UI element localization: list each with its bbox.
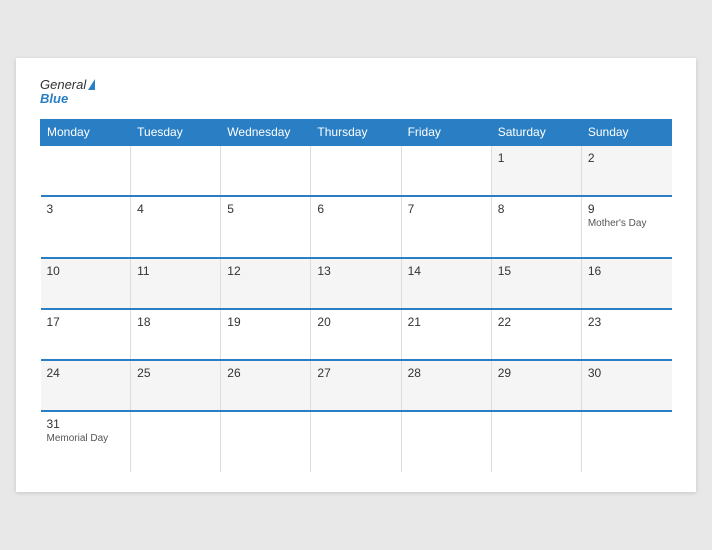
day-number: 22 bbox=[498, 315, 575, 329]
calendar-cell: 3 bbox=[41, 196, 131, 258]
calendar-cell: 13 bbox=[311, 258, 401, 309]
calendar-cell bbox=[581, 411, 671, 472]
calendar-week-row: 3456789 Mother's Day bbox=[41, 196, 672, 258]
day-number: 27 bbox=[317, 366, 394, 380]
day-number: 12 bbox=[227, 264, 304, 278]
calendar-cell: 4 bbox=[131, 196, 221, 258]
calendar-cell: 22 bbox=[491, 309, 581, 360]
logo: General Blue bbox=[40, 78, 95, 104]
day-number: 16 bbox=[588, 264, 666, 278]
day-number: 31 bbox=[47, 417, 125, 431]
day-header-monday: Monday bbox=[41, 119, 131, 145]
day-header-thursday: Thursday bbox=[311, 119, 401, 145]
day-number: 21 bbox=[408, 315, 485, 329]
calendar-cell bbox=[221, 145, 311, 196]
days-header-row: MondayTuesdayWednesdayThursdayFridaySatu… bbox=[41, 119, 672, 145]
calendar-cell: 11 bbox=[131, 258, 221, 309]
day-header-friday: Friday bbox=[401, 119, 491, 145]
day-number: 3 bbox=[47, 202, 125, 216]
day-header-sunday: Sunday bbox=[581, 119, 671, 145]
day-header-tuesday: Tuesday bbox=[131, 119, 221, 145]
day-number: 18 bbox=[137, 315, 214, 329]
calendar-cell: 27 bbox=[311, 360, 401, 411]
calendar-table: MondayTuesdayWednesdayThursdayFridaySatu… bbox=[40, 119, 672, 472]
logo-general-text: General bbox=[40, 78, 95, 91]
calendar: General Blue MondayTuesdayWednesdayThurs… bbox=[16, 58, 696, 491]
calendar-cell: 1 bbox=[491, 145, 581, 196]
calendar-cell: 9 Mother's Day bbox=[581, 196, 671, 258]
day-header-wednesday: Wednesday bbox=[221, 119, 311, 145]
calendar-week-row: 17 18 19 20 21 22 23 bbox=[41, 309, 672, 360]
day-number: 26 bbox=[227, 366, 304, 380]
day-number: 2 bbox=[588, 151, 666, 165]
calendar-cell bbox=[221, 411, 311, 472]
day-number: 23 bbox=[588, 315, 666, 329]
holiday-label: Memorial Day bbox=[47, 433, 125, 444]
calendar-cell: 29 bbox=[491, 360, 581, 411]
day-number: 17 bbox=[47, 315, 125, 329]
day-number: 28 bbox=[408, 366, 485, 380]
day-number: 24 bbox=[47, 366, 125, 380]
calendar-cell: 23 bbox=[581, 309, 671, 360]
calendar-cell bbox=[401, 411, 491, 472]
calendar-cell bbox=[41, 145, 131, 196]
calendar-cell bbox=[131, 145, 221, 196]
calendar-week-row: 31 Memorial Day bbox=[41, 411, 672, 472]
day-number: 1 bbox=[498, 151, 575, 165]
calendar-cell bbox=[401, 145, 491, 196]
day-number: 10 bbox=[47, 264, 125, 278]
calendar-cell: 2 bbox=[581, 145, 671, 196]
calendar-cell bbox=[131, 411, 221, 472]
day-number: 20 bbox=[317, 315, 394, 329]
calendar-cell: 24 bbox=[41, 360, 131, 411]
calendar-cell: 10 bbox=[41, 258, 131, 309]
day-number: 7 bbox=[408, 202, 485, 216]
calendar-cell: 31 Memorial Day bbox=[41, 411, 131, 472]
calendar-cell: 15 bbox=[491, 258, 581, 309]
day-number: 15 bbox=[498, 264, 575, 278]
calendar-cell: 5 bbox=[221, 196, 311, 258]
calendar-week-row: 10 11 12 13 14 15 16 bbox=[41, 258, 672, 309]
day-header-saturday: Saturday bbox=[491, 119, 581, 145]
day-number: 4 bbox=[137, 202, 214, 216]
day-number: 8 bbox=[498, 202, 575, 216]
calendar-cell: 21 bbox=[401, 309, 491, 360]
calendar-cell: 8 bbox=[491, 196, 581, 258]
day-number: 6 bbox=[317, 202, 394, 216]
logo-blue-text: Blue bbox=[40, 92, 95, 105]
calendar-week-row: 24 25 26 27 28 29 30 bbox=[41, 360, 672, 411]
calendar-cell: 28 bbox=[401, 360, 491, 411]
calendar-header: General Blue bbox=[40, 78, 672, 104]
calendar-cell: 6 bbox=[311, 196, 401, 258]
calendar-cell: 18 bbox=[131, 309, 221, 360]
day-number: 11 bbox=[137, 264, 214, 278]
calendar-cell: 26 bbox=[221, 360, 311, 411]
day-number: 9 bbox=[588, 202, 666, 216]
day-number: 30 bbox=[588, 366, 666, 380]
calendar-cell: 20 bbox=[311, 309, 401, 360]
calendar-cell: 25 bbox=[131, 360, 221, 411]
day-number: 25 bbox=[137, 366, 214, 380]
day-number: 19 bbox=[227, 315, 304, 329]
day-number: 14 bbox=[408, 264, 485, 278]
calendar-cell: 12 bbox=[221, 258, 311, 309]
calendar-cell: 7 bbox=[401, 196, 491, 258]
logo-triangle-icon bbox=[88, 79, 95, 90]
day-number: 13 bbox=[317, 264, 394, 278]
calendar-cell bbox=[311, 145, 401, 196]
calendar-cell: 14 bbox=[401, 258, 491, 309]
calendar-cell bbox=[311, 411, 401, 472]
holiday-label: Mother's Day bbox=[588, 218, 666, 229]
calendar-cell: 30 bbox=[581, 360, 671, 411]
calendar-cell: 19 bbox=[221, 309, 311, 360]
day-number: 29 bbox=[498, 366, 575, 380]
calendar-cell bbox=[491, 411, 581, 472]
day-number: 5 bbox=[227, 202, 304, 216]
calendar-cell: 17 bbox=[41, 309, 131, 360]
calendar-cell: 16 bbox=[581, 258, 671, 309]
calendar-week-row: 12 bbox=[41, 145, 672, 196]
